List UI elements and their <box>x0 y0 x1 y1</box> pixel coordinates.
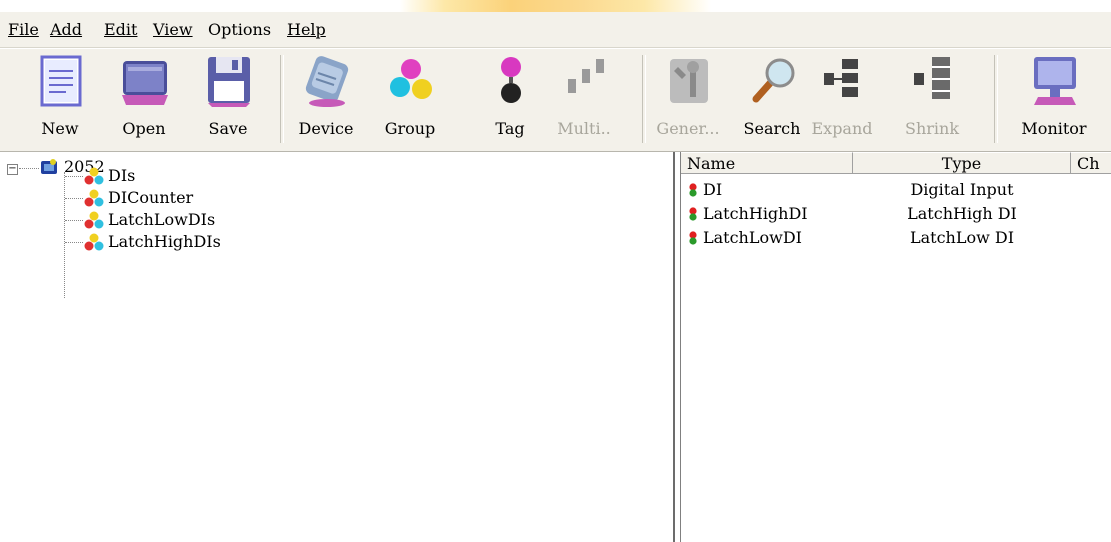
tag-list-row[interactable]: DI Digital Input <box>681 178 1111 202</box>
tools-icon <box>670 59 708 103</box>
column-header-type[interactable]: Type <box>853 152 1071 174</box>
expand-tree-icon <box>824 59 858 97</box>
tag-status-icon <box>689 231 697 245</box>
toolbar-separator <box>994 55 998 143</box>
group-balls-icon <box>84 167 104 185</box>
tag-name: LatchLowDI <box>703 228 802 247</box>
tree-connector <box>65 242 83 243</box>
menu-file[interactable]: File <box>8 20 39 39</box>
column-header-ch[interactable]: Ch <box>1071 152 1111 174</box>
tree-collapse-toggle[interactable]: − <box>7 164 18 175</box>
multi-button[interactable]: Multi.. <box>552 51 616 147</box>
menu-view[interactable]: View <box>153 20 193 39</box>
monitor-button[interactable]: Monitor <box>1021 51 1087 147</box>
toolbar: New Open Save Device Group Tag Multi.. G… <box>0 48 1111 152</box>
device-button[interactable]: Device <box>294 51 358 147</box>
device-node-icon <box>41 159 57 174</box>
tag-name: DI <box>703 180 723 199</box>
group-balls-icon <box>390 59 432 99</box>
group-balls-icon <box>84 189 104 207</box>
group-balls-icon <box>84 233 104 251</box>
search-button[interactable]: Search <box>740 51 804 147</box>
open-button[interactable]: Open <box>112 51 176 147</box>
group-button[interactable]: Group <box>378 51 442 147</box>
tag-type: Digital Input <box>910 180 1014 199</box>
list-header: Name Type Ch <box>681 152 1111 176</box>
tag-type: LatchHigh DI <box>907 204 1017 223</box>
tag-name: LatchHighDI <box>703 204 808 223</box>
folder-icon <box>122 61 168 105</box>
tree-connector <box>65 198 83 199</box>
shrink-button[interactable]: Shrink <box>900 51 964 147</box>
tag-list-row[interactable]: LatchHighDI LatchHigh DI <box>681 202 1111 226</box>
floppy-icon <box>208 57 250 107</box>
shrink-tree-icon <box>914 57 950 99</box>
expand-button[interactable]: Expand <box>810 51 874 147</box>
monitor-icon <box>1034 57 1076 105</box>
group-balls-icon <box>84 211 104 229</box>
tree-connector <box>64 172 65 298</box>
menu-help[interactable]: Help <box>287 20 326 39</box>
magnifier-icon <box>752 58 795 103</box>
tag-list-row[interactable]: LatchLowDI LatchLow DI <box>681 226 1111 250</box>
multi-tag-icon <box>568 59 604 93</box>
menu-options[interactable]: Options <box>208 20 271 39</box>
tree-connector <box>19 168 39 169</box>
tag-status-icon <box>689 207 697 221</box>
menu-bar: File Add Edit View Options Help <box>0 12 1111 48</box>
save-button[interactable]: Save <box>196 51 260 147</box>
tree-connector <box>65 220 83 221</box>
menu-add[interactable]: Add <box>50 20 82 39</box>
toolbar-separator <box>642 55 646 143</box>
watermark-band <box>0 0 1111 12</box>
tag-status-icon <box>689 183 697 197</box>
tree-connector <box>65 176 83 177</box>
toolbar-separator <box>280 55 284 143</box>
document-icon <box>40 55 82 107</box>
new-button[interactable]: New <box>28 51 92 147</box>
tag-button[interactable]: Tag <box>478 51 542 147</box>
device-module-icon <box>305 56 349 107</box>
tag-balls-icon <box>501 57 521 103</box>
column-header-name[interactable]: Name <box>681 152 853 174</box>
menu-edit[interactable]: Edit <box>104 20 137 39</box>
tag-type: LatchLow DI <box>909 228 1015 247</box>
tag-list-pane[interactable]: Name Type Ch DI Digital Input LatchHighDI L… <box>680 152 1111 542</box>
gener-button[interactable]: Gener... <box>656 51 720 147</box>
